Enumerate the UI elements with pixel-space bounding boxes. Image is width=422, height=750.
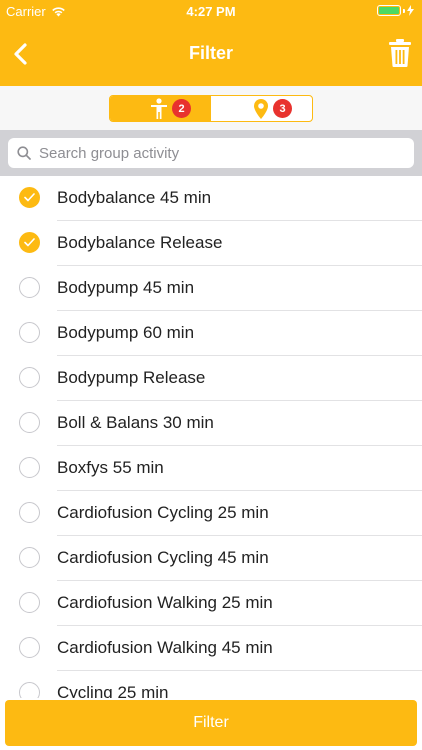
activity-label: Cardiofusion Cycling 45 min — [57, 548, 269, 567]
checkbox[interactable] — [19, 412, 40, 433]
checkbox[interactable] — [19, 682, 40, 698]
search-bar — [0, 130, 422, 176]
checkbox-checked[interactable] — [19, 232, 40, 253]
checkbox[interactable] — [19, 322, 40, 343]
checkmark-icon — [24, 238, 35, 247]
checkbox[interactable] — [19, 457, 40, 478]
list-item[interactable]: Cardiofusion Cycling 25 min — [0, 491, 422, 536]
list-item[interactable]: Bodypump 45 min — [0, 266, 422, 311]
list-item[interactable]: Cardiofusion Walking 45 min — [0, 626, 422, 671]
navigation-bar: Filter — [0, 22, 422, 86]
filter-segmented-control: 2 3 — [109, 95, 313, 122]
checkbox[interactable] — [19, 367, 40, 388]
activity-label: Cardiofusion Walking 45 min — [57, 638, 273, 657]
status-bar: Carrier 4:27 PM — [0, 0, 422, 22]
filter-type-bar: 2 3 — [0, 86, 422, 130]
battery-icon — [377, 5, 414, 16]
activity-label: Boll & Balans 30 min — [57, 413, 214, 432]
list-item[interactable]: Bodybalance 45 min — [0, 176, 422, 221]
locations-count-badge: 3 — [273, 99, 292, 118]
list-item[interactable]: Boxfys 55 min — [0, 446, 422, 491]
activity-label: Bodybalance 45 min — [57, 188, 212, 207]
search-field[interactable] — [8, 138, 414, 168]
page-title: Filter — [188, 43, 233, 63]
list-item[interactable]: Cardiofusion Walking 25 min — [0, 581, 422, 626]
activity-label: Bodybalance Release — [57, 233, 223, 252]
checkbox[interactable] — [19, 277, 40, 298]
search-icon — [17, 146, 31, 160]
checkbox[interactable] — [19, 592, 40, 613]
checkbox[interactable] — [19, 502, 40, 523]
segment-activities[interactable]: 2 — [110, 96, 211, 121]
clock: 4:27 PM — [186, 4, 236, 19]
activity-label: Boxfys 55 min — [57, 458, 164, 477]
checkbox[interactable] — [19, 637, 40, 658]
list-item[interactable]: Cardiofusion Cycling 45 min — [0, 536, 422, 581]
list-item[interactable]: Bodybalance Release — [0, 221, 422, 266]
activity-label: Bodypump 45 min — [57, 278, 195, 297]
activity-label: Cardiofusion Walking 25 min — [57, 593, 273, 612]
activity-label: Bodypump 60 min — [57, 323, 195, 342]
activities-count-badge: 2 — [172, 99, 191, 118]
apply-filter-button[interactable]: Filter — [5, 700, 417, 746]
activity-label: Cycling 25 min — [57, 683, 169, 698]
checkbox[interactable] — [19, 547, 40, 568]
activity-label: Bodypump Release — [57, 368, 206, 387]
list-item[interactable]: Bodypump Release — [0, 356, 422, 401]
checkmark-icon — [24, 193, 35, 202]
activity-list[interactable]: Bodybalance 45 min Bodybalance Release B… — [0, 176, 422, 698]
trash-icon[interactable] — [388, 38, 412, 68]
list-item[interactable]: Bodypump 60 min — [0, 311, 422, 356]
segment-locations[interactable]: 3 — [211, 96, 312, 121]
checkbox-checked[interactable] — [19, 187, 40, 208]
location-pin-icon — [254, 99, 268, 119]
list-item[interactable]: Cycling 25 min — [0, 671, 422, 698]
person-icon — [151, 98, 167, 119]
charging-bolt-icon — [407, 5, 414, 16]
footer: Filter — [0, 698, 422, 750]
list-item[interactable]: Boll & Balans 30 min — [0, 401, 422, 446]
activity-label: Cardiofusion Cycling 25 min — [57, 503, 269, 522]
search-input[interactable] — [39, 144, 399, 162]
